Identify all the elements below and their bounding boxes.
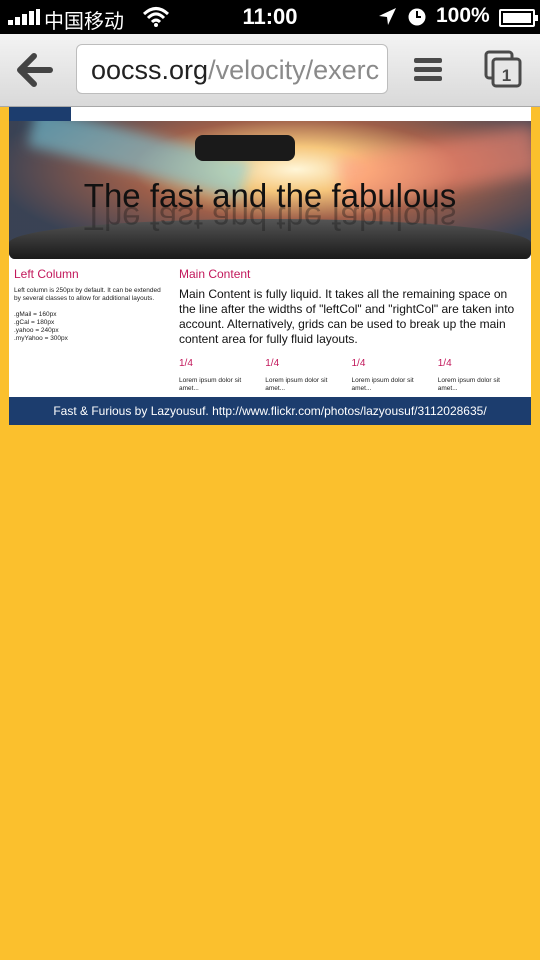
location-icon: [379, 8, 396, 25]
width-item: .yahoo = 240px: [14, 327, 59, 334]
grid-unit-text: Lorem ipsum dolor sit amet...: [265, 377, 328, 392]
address-bar[interactable]: oocss.org/velocity/exerc: [76, 44, 388, 94]
battery-percent: 100%: [436, 4, 490, 27]
grid-unit-text: Lorem ipsum dolor sit amet...: [437, 377, 500, 392]
url-host: oocss.org: [91, 55, 209, 85]
grid-unit: 1/4 Lorem ipsum dolor sit amet...: [352, 358, 438, 393]
grid-unit-text: Lorem ipsum dolor sit amet...: [179, 377, 242, 392]
clock-icon: [408, 8, 426, 26]
grid-unit-heading: 1/4: [179, 358, 193, 369]
grid-unit-heading: 1/4: [351, 358, 366, 369]
web-page: The fast and the fabulous The fast and t…: [9, 107, 531, 425]
left-column-description: Left column is 250px by default. It can …: [14, 287, 161, 302]
url-path: /velocity/exerc: [208, 55, 380, 85]
status-bar: 中国移动 11:00 100%: [0, 0, 540, 34]
url-text[interactable]: oocss.org/velocity/exerc: [91, 55, 379, 86]
hero-title: The fast and the fabulous: [83, 177, 457, 214]
width-item: .gCal = 180px: [14, 319, 55, 326]
main-content-text: Main Content is fully liquid. It takes a…: [179, 287, 515, 346]
grid-unit-heading: 1/4: [265, 358, 280, 369]
tab-count: 1: [502, 66, 511, 85]
main-content-heading: Main Content: [179, 267, 251, 281]
menu-icon[interactable]: [414, 58, 442, 82]
grid-unit: 1/4 Lorem ipsum dolor sit amet...: [438, 358, 524, 393]
tabs-icon[interactable]: 1: [484, 50, 522, 88]
page-footer: Fast & Furious by Lazyousuf. http://www.…: [9, 397, 531, 425]
grid-unit: 1/4 Lorem ipsum dolor sit amet...: [265, 358, 351, 393]
header-accent-bar: [9, 107, 71, 121]
quarter-grid: 1/4 Lorem ipsum dolor sit amet... 1/4 Lo…: [179, 358, 524, 393]
grid-unit: 1/4 Lorem ipsum dolor sit amet...: [179, 358, 265, 393]
back-arrow-icon[interactable]: [14, 52, 56, 88]
grid-unit-text: Lorem ipsum dolor sit amet...: [351, 377, 414, 392]
main-content: Main Content Main Content is fully liqui…: [179, 267, 524, 393]
width-item: .myYahoo = 300px: [14, 335, 68, 342]
hero-image: The fast and the fabulous The fast and t…: [9, 121, 531, 259]
left-column-heading: Left Column: [14, 267, 79, 281]
browser-toolbar: oocss.org/velocity/exerc 1: [0, 34, 540, 107]
left-column: Left Column Left column is 250px by defa…: [14, 267, 164, 343]
battery-icon: [499, 9, 538, 27]
width-item: .gMail = 160px: [14, 311, 57, 318]
grid-unit-heading: 1/4: [437, 358, 452, 369]
